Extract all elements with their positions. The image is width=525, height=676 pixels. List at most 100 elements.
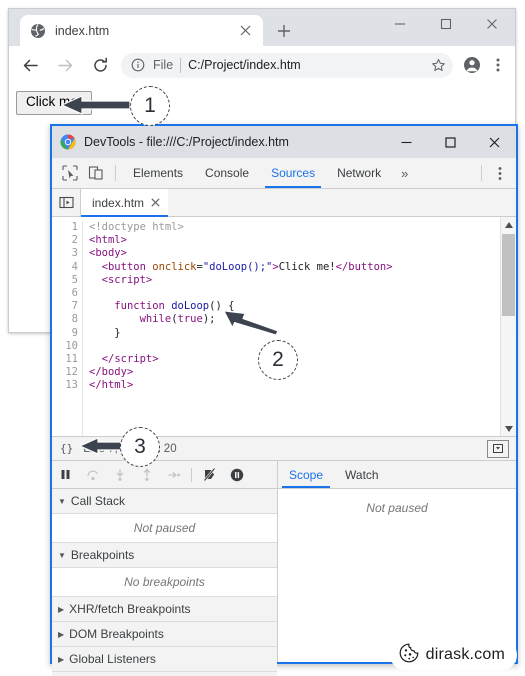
line-number: 8	[71, 313, 78, 326]
debugger-sidebar: ▼ Call Stack Not paused ▼ Breakpoints No…	[52, 461, 278, 676]
tab-network[interactable]: Network	[326, 158, 392, 188]
pretty-print-icon[interactable]: {}	[60, 442, 73, 455]
cookie-icon	[399, 643, 419, 668]
file-tab-index-htm[interactable]: index.htm	[81, 189, 169, 217]
line-number: 10	[65, 339, 78, 352]
globe-icon	[30, 23, 46, 39]
scope-watch-panel: Scope Watch Not paused	[278, 461, 516, 662]
debugger-toolbar	[52, 461, 277, 489]
tab-console[interactable]: Console	[194, 158, 260, 188]
click-me-button[interactable]: Click me!	[16, 91, 92, 115]
inspect-element-icon[interactable]	[57, 158, 83, 188]
line-number: 12	[65, 366, 78, 379]
chevron-down-icon: ▼	[58, 550, 66, 560]
browser-window-controls	[377, 9, 515, 39]
code-lines[interactable]: <!doctype html> <html> <body> <button oncl…	[83, 221, 500, 436]
arrow-left-icon[interactable]	[16, 51, 44, 79]
tab-watch[interactable]: Watch	[334, 461, 390, 488]
code-line: <html>	[89, 234, 127, 247]
tab-label: Console	[205, 166, 250, 180]
code-line: <!doctype html>	[89, 221, 184, 233]
line-number: 4	[71, 260, 78, 273]
section-header-breakpoints[interactable]: ▼ Breakpoints	[52, 543, 277, 568]
browser-titlebar: index.htm	[9, 9, 515, 46]
line-number: 6	[71, 287, 78, 300]
tab-elements[interactable]: Elements	[122, 158, 194, 188]
section-header-global-listeners[interactable]: ▶ Global Listeners	[52, 647, 277, 672]
line-number: 7	[71, 300, 78, 313]
maximize-icon[interactable]	[423, 9, 469, 39]
triangle-up-icon[interactable]	[501, 217, 516, 232]
line-number: 13	[65, 379, 78, 392]
tab-label: Network	[337, 166, 382, 180]
devtools-titlebar: DevTools - file:///C:/Project/index.htm	[52, 126, 516, 158]
arrow-right-icon	[51, 51, 79, 79]
deactivate-breakpoints-icon[interactable]	[196, 461, 223, 488]
step-out-icon	[133, 461, 160, 488]
line-number-gutter: 1 2 3 4 5 6 7 8 9 10 11 12 13	[52, 221, 83, 436]
minimize-icon[interactable]	[384, 126, 428, 158]
section-header-call-stack[interactable]: ▼ Call Stack	[52, 489, 277, 514]
devtools-window-controls	[384, 126, 516, 158]
file-tab-label: index.htm	[92, 195, 145, 210]
section-header-dom-breakpoints[interactable]: ▶ DOM Breakpoints	[52, 622, 277, 647]
more-tabs-icon[interactable]: »	[392, 158, 417, 188]
close-icon[interactable]	[472, 126, 516, 158]
debugger-panel: ▼ Call Stack Not paused ▼ Breakpoints No…	[52, 461, 516, 676]
info-circle-icon[interactable]	[131, 58, 146, 73]
close-icon[interactable]	[235, 21, 255, 41]
chevron-right-icon: ▶	[58, 604, 65, 614]
line-number: 9	[71, 326, 78, 339]
tab-scope[interactable]: Scope	[278, 461, 334, 488]
kebab-menu-icon[interactable]	[485, 52, 511, 78]
section-header-xhr-fetch-breakpoints[interactable]: ▶ XHR/fetch Breakpoints	[52, 597, 277, 622]
close-icon[interactable]	[151, 198, 160, 207]
devtools-file-tabbar: index.htm	[52, 189, 516, 217]
devtools-tabbar: Elements Console Sources Network »	[52, 158, 516, 189]
show-drawer-icon[interactable]	[487, 439, 509, 458]
section-label: Global Listeners	[69, 652, 156, 666]
scrollbar-thumb[interactable]	[502, 234, 515, 316]
pause-on-exceptions-icon[interactable]	[223, 461, 250, 488]
close-icon[interactable]	[469, 9, 515, 39]
browser-tab[interactable]: index.htm	[20, 15, 263, 46]
new-tab-button[interactable]	[273, 20, 295, 42]
tab-label: Sources	[271, 166, 316, 180]
divider	[191, 467, 192, 482]
watermark: dirask.com	[389, 640, 517, 670]
editor-scrollbar[interactable]	[500, 217, 516, 436]
browser-toolbar: File C:/Project/index.htm	[9, 46, 515, 85]
code-line: <body>	[89, 247, 127, 260]
code-line: </script>	[101, 353, 159, 366]
watermark-text: dirask.com	[425, 646, 505, 663]
step-into-icon	[106, 461, 133, 488]
triangle-down-icon[interactable]	[501, 421, 516, 436]
line-number: 5	[71, 273, 78, 286]
code-editor[interactable]: 1 2 3 4 5 6 7 8 9 10 11 12 13 <!doctype …	[52, 217, 516, 436]
minimize-icon[interactable]	[377, 9, 423, 39]
account-icon[interactable]	[459, 52, 485, 78]
code-area[interactable]: 1 2 3 4 5 6 7 8 9 10 11 12 13 <!doctype …	[52, 217, 500, 436]
show-navigator-icon[interactable]	[52, 189, 81, 216]
line-number: 3	[71, 247, 78, 260]
maximize-icon[interactable]	[428, 126, 472, 158]
address-bar[interactable]: File C:/Project/index.htm	[121, 52, 453, 78]
reload-icon[interactable]	[86, 51, 114, 79]
section-label: DOM Breakpoints	[69, 627, 164, 641]
call-stack-empty-state: Not paused	[52, 514, 277, 543]
pause-script-icon[interactable]	[52, 461, 79, 488]
line-number: 2	[71, 234, 78, 247]
screenshot-root: index.htm File C:/Project/index.htm Clic…	[0, 0, 525, 676]
device-toolbar-icon[interactable]	[83, 158, 109, 188]
section-header-event-listener-breakpoints[interactable]: ▶ Event Listener Breakpoints	[52, 672, 277, 676]
breakpoints-empty-state: No breakpoints	[52, 568, 277, 597]
url-text[interactable]: C:/Project/index.htm	[188, 58, 427, 72]
star-icon[interactable]	[427, 54, 449, 76]
code-line: while(true);	[139, 313, 216, 326]
code-line: <script>	[101, 273, 153, 286]
kebab-menu-icon[interactable]	[488, 158, 512, 188]
tab-sources[interactable]: Sources	[260, 158, 326, 188]
